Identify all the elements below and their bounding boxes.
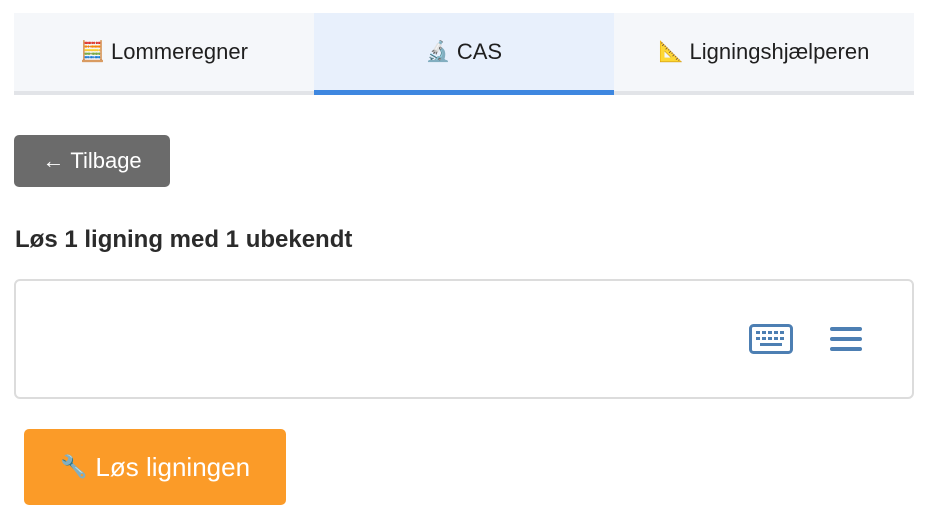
tab-label: Lommeregner bbox=[110, 39, 248, 64]
tab-label: CAS bbox=[456, 39, 503, 64]
hamburger-menu-icon[interactable] bbox=[829, 325, 863, 353]
tab-label: Ligningshjælperen bbox=[689, 39, 870, 64]
arrow-left-icon: ← bbox=[42, 148, 65, 173]
tab-ligningshjaelperen[interactable]: 📐 Ligningshjælperen bbox=[614, 13, 914, 91]
tab-cas[interactable]: 🔬 CAS bbox=[314, 13, 614, 95]
tab-lommeregner[interactable]: 🧮 Lommeregner bbox=[14, 13, 314, 91]
back-button[interactable]: ← Tilbage bbox=[14, 135, 170, 187]
equation-input[interactable] bbox=[14, 279, 914, 399]
solve-equation-button[interactable]: 🔧 Løs ligningen bbox=[24, 429, 286, 505]
tab-bar: 🧮 Lommeregner 🔬 CAS 📐 Ligningshjælperen bbox=[14, 13, 914, 95]
solve-button-label: Løs ligningen bbox=[95, 451, 251, 482]
microscope-icon: 🔬 bbox=[425, 41, 451, 63]
page-title: Løs 1 ligning med 1 ubekendt bbox=[15, 226, 353, 253]
abacus-icon: 🧮 bbox=[80, 41, 105, 63]
back-button-label: Tilbage bbox=[70, 148, 142, 173]
keyboard-icon[interactable] bbox=[749, 324, 793, 354]
wrench-icon: 🔧 bbox=[59, 454, 88, 479]
triangular-ruler-icon: 📐 bbox=[658, 41, 684, 63]
